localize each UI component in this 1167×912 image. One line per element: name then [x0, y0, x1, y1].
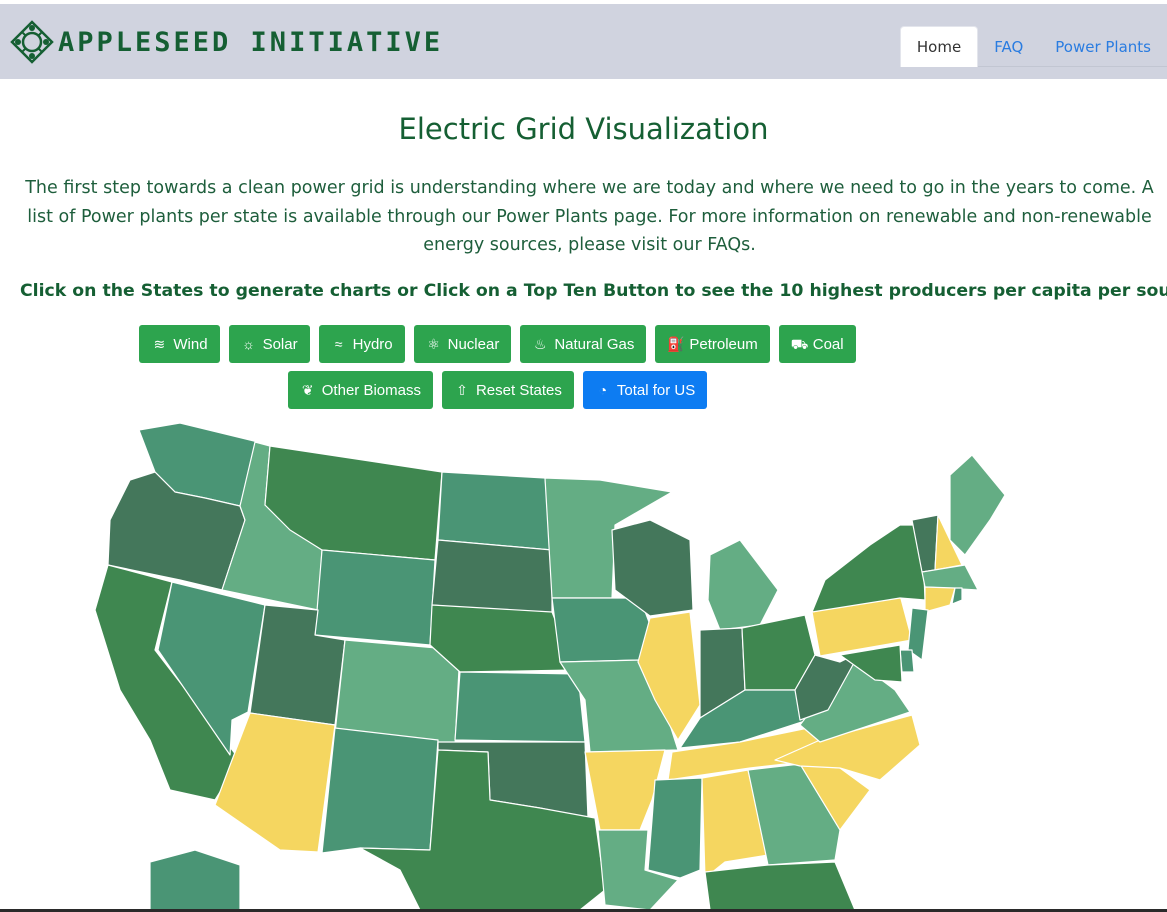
coal-button-label: Coal [812, 335, 844, 353]
reset-states-button[interactable]: ⇧ Reset States [441, 371, 574, 409]
intro-paragraph: The first step towards a clean power gri… [25, 178, 1154, 255]
state-ne[interactable] [429, 604, 576, 673]
state-ms[interactable] [647, 777, 703, 879]
other-biomass-button-label: Other Biomass [321, 381, 421, 399]
oil-can-icon: ⛽ [667, 336, 685, 352]
state-wy[interactable] [314, 549, 436, 646]
page-title: Electric Grid Visualization [398, 112, 769, 146]
state-ia[interactable] [551, 597, 653, 663]
state-nd[interactable] [437, 471, 553, 551]
upload-icon: ⇧ [456, 382, 468, 398]
hydro-button-label: Hydro [352, 335, 393, 353]
instruction-text: Click on the States to generate charts o… [20, 281, 1167, 301]
nav-tabs: Home FAQ Power Plants [899, 22, 1167, 67]
nav-faq[interactable]: FAQ [978, 26, 1039, 67]
natural-gas-button[interactable]: ♨ Natural Gas [520, 325, 647, 363]
atom-icon: ⚛ [427, 336, 440, 352]
wind-icon: ≋ [153, 336, 166, 352]
truck-icon: ⛟ [790, 336, 809, 352]
brand-name: APPLESEED INITIATIVE [58, 26, 444, 58]
sun-icon: ☼ [242, 336, 255, 352]
nav-home[interactable]: Home [899, 26, 979, 67]
appleseed-logo-icon [10, 20, 54, 64]
state-ak[interactable] [149, 849, 241, 911]
reset-states-button-label: Reset States [475, 381, 562, 399]
state-ct[interactable] [924, 586, 956, 613]
coal-button[interactable]: ⛟ Coal [778, 325, 856, 363]
state-sd[interactable] [431, 539, 553, 616]
state-nm[interactable] [321, 727, 439, 854]
natural-gas-button-label: Natural Gas [554, 335, 635, 353]
state-de[interactable] [899, 649, 915, 673]
state-me[interactable] [949, 454, 1006, 556]
us-map [94, 422, 1006, 911]
top-ten-buttons-row-1: ≋ Wind ☼ Solar ≈ Hydro ⚛ Nuclear ♨ Natur… [0, 325, 1081, 363]
total-for-us-button-label: Total for US [616, 381, 696, 399]
state-ny[interactable] [811, 524, 926, 613]
solar-button[interactable]: ☼ Solar [228, 325, 310, 363]
solar-button-label: Solar [262, 335, 298, 353]
water-icon: ≈ [334, 336, 343, 352]
navbar: APPLESEED INITIATIVE Home FAQ Power Plan… [0, 4, 1167, 79]
nuclear-button-label: Nuclear [447, 335, 500, 353]
state-az[interactable] [214, 712, 336, 853]
wind-button-label: Wind [173, 335, 208, 353]
state-fl[interactable] [704, 861, 856, 911]
hydro-button[interactable]: ≈ Hydro [318, 325, 405, 363]
wind-button[interactable]: ≋ Wind [139, 325, 220, 363]
flame-icon: ♨ [534, 336, 547, 352]
petroleum-button-label: Petroleum [689, 335, 758, 353]
nuclear-button[interactable]: ⚛ Nuclear [413, 325, 512, 363]
brand[interactable]: APPLESEED INITIATIVE [10, 20, 443, 64]
state-ks[interactable] [454, 671, 586, 743]
top-ten-buttons-row-2: ❦ Other Biomass ⇧ Reset States ◔ Total f… [0, 371, 1081, 409]
other-biomass-button[interactable]: ❦ Other Biomass [287, 371, 433, 409]
pie-chart-icon: ◔ [598, 382, 608, 398]
leaf-icon: ❦ [301, 382, 314, 398]
total-for-us-button[interactable]: ◔ Total for US [582, 371, 708, 409]
nav-power-plants[interactable]: Power Plants [1039, 26, 1167, 67]
petroleum-button[interactable]: ⛽ Petroleum [655, 325, 770, 363]
state-mi[interactable] [707, 539, 779, 631]
